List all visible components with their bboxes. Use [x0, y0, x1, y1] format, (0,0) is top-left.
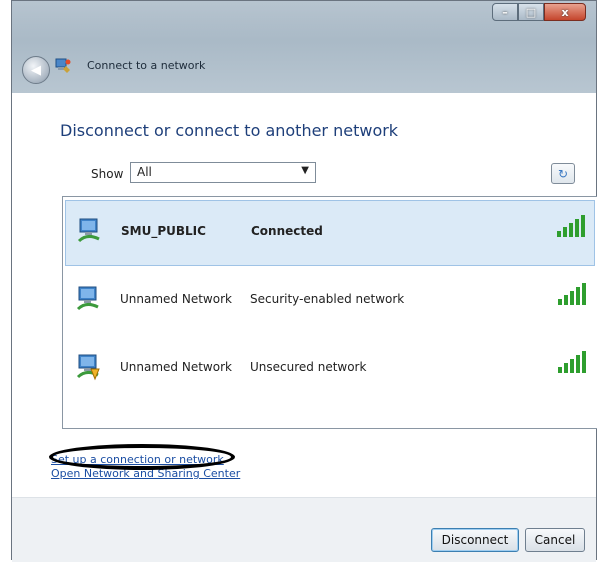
show-label: Show [91, 167, 124, 181]
signal-strength-icon [557, 215, 585, 237]
refresh-icon: ↻ [557, 166, 569, 181]
disconnect-button[interactable]: Disconnect [431, 528, 519, 552]
page-heading: Disconnect or connect to another network [60, 121, 399, 140]
show-filter-select[interactable]: All ▼ [130, 162, 316, 183]
back-arrow-icon: ◀ [31, 62, 41, 78]
network-row-1[interactable]: Unnamed Network Security-enabled network [65, 269, 595, 335]
unsecured-network-icon [76, 354, 100, 381]
network-name: Unnamed Network [120, 292, 232, 306]
network-status: Unsecured network [250, 360, 367, 374]
network-status: Security-enabled network [250, 292, 405, 306]
task-links: Set up a connection or network Open Netw… [51, 453, 240, 481]
network-row-0[interactable]: SMU_PUBLIC Connected [65, 200, 595, 266]
connect-to-network-window: – □ x ◀ Connect to a network Disconnect … [11, 0, 597, 562]
window-title: Connect to a network [87, 59, 206, 72]
network-row-2[interactable]: Unnamed Network Unsecured network [65, 337, 595, 403]
close-button[interactable]: x [544, 3, 586, 21]
network-name: SMU_PUBLIC [121, 224, 206, 238]
signal-strength-icon [558, 351, 586, 373]
chevron-down-icon: ▼ [301, 165, 309, 176]
network-wizard-icon [55, 58, 71, 73]
network-list: SMU_PUBLIC Connected Unnamed Network Sec… [62, 196, 597, 429]
wireless-network-icon [76, 286, 99, 311]
back-button[interactable]: ◀ [22, 56, 50, 84]
setup-connection-link[interactable]: Set up a connection or network [51, 453, 240, 467]
network-sharing-center-link[interactable]: Open Network and Sharing Center [51, 467, 240, 481]
show-filter-value: All [137, 165, 152, 179]
wireless-network-icon [77, 218, 100, 243]
minimize-button[interactable]: – [492, 3, 518, 21]
window-controls: – □ x [492, 3, 586, 21]
refresh-button[interactable]: ↻ [551, 163, 575, 184]
network-name: Unnamed Network [120, 360, 232, 374]
cancel-button[interactable]: Cancel [525, 528, 585, 552]
title-bar: – □ x ◀ Connect to a network [12, 1, 596, 93]
maximize-button[interactable]: □ [518, 3, 544, 21]
network-status: Connected [251, 224, 323, 238]
signal-strength-icon [558, 283, 586, 305]
